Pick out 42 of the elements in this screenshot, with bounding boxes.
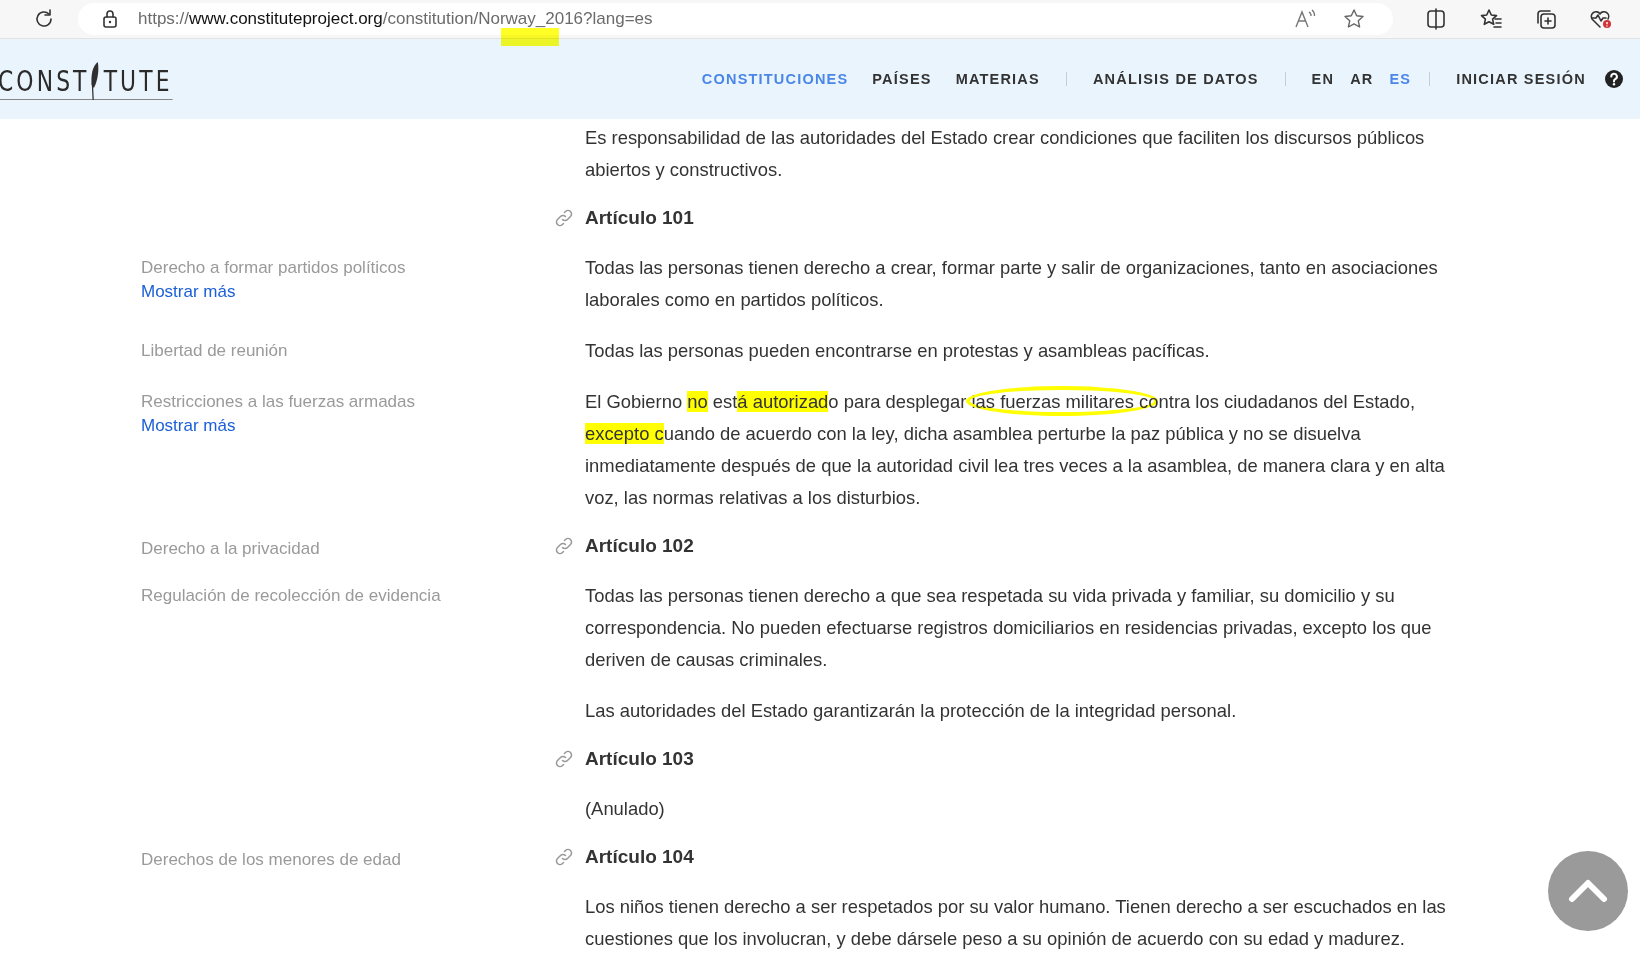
nav-link[interactable]: PAÍSES [872,71,932,87]
topic-label: Derecho a la privacidad [141,538,320,560]
topic-label: Restricciones a las fuerzas armadas [141,391,415,413]
read-aloud-icon[interactable] [1293,8,1317,30]
nav-link[interactable]: MATERIAS [955,71,1040,87]
nav-link[interactable]: INICIAR SESIÓN [1456,71,1586,87]
article-paragraph: Todas las personas pueden encontrarse en protestas y asambleas pacíficas. [585,339,1211,363]
article-paragraph: (Anulado) [585,797,666,821]
link-icon[interactable] [554,847,574,867]
article-heading: Artículo 104 [585,845,695,869]
reload-icon[interactable] [33,8,55,30]
article-paragraph: Es responsabilidad de las autoridades del Estado crear condiciones que faciliten los discursos públicos abiertos y constructivos. [585,126,1426,182]
article-paragraph: Todas las personas tienen derecho a que sea respetada su vida privada y familiar, su domicilio y su correspondencia. No pueden efectuarse registros domiciliarios en residencias privadas, excepto los que deriven de causas criminales. [585,584,1433,672]
star-icon[interactable] [1343,8,1365,30]
help-icon[interactable] [1603,69,1624,89]
collections-icon[interactable] [1535,8,1557,30]
topic-label: Regulación de recolección de evidencia [141,585,441,607]
language-link[interactable]: AR [1350,71,1374,87]
site-logo[interactable]: CONST TUTE [0,60,173,100]
favorites-icon[interactable] [1479,8,1503,30]
article-heading: Artículo 102 [585,534,695,558]
article-paragraph: Los niños tienen derecho a ser respetados por su valor humano. Tienen derecho a ser escuchados en las cuestiones que los involucran, y debe dársele peso a su opinión de acuerdo con su edad y madurez. [585,895,1447,951]
lock-icon [102,9,118,29]
show-more-link[interactable]: Mostrar más [141,280,236,304]
article-heading: Artículo 103 [585,747,695,771]
link-icon[interactable] [554,208,574,228]
health-icon[interactable] [1589,8,1613,30]
topic-label: Derecho a formar partidos políticos [141,257,406,279]
topic-label: Derechos de los menores de edad [141,849,401,871]
show-more-link[interactable]: Mostrar más [141,414,236,438]
link-icon[interactable] [554,536,574,556]
nav-link[interactable]: ANÁLISIS DE DATOS [1092,71,1259,87]
topic-label: Libertad de reunión [141,340,288,362]
highlighter-mark [501,28,559,46]
language-link[interactable]: EN [1311,71,1335,87]
article-paragraph: Todas las personas tienen derecho a crear, formar parte y salir de organizaciones, tanto en asociaciones laborales como en partidos políticos. [585,256,1439,312]
split-screen-icon[interactable] [1425,8,1447,30]
article-heading: Artículo 101 [585,206,695,230]
article-paragraph: Las autoridades del Estado garantizarán la protección de la integridad personal. [585,699,1238,723]
address-field[interactable]: https://www.constituteproject.org/constitution/Norway_2016?lang=es [78,3,1393,35]
scroll-top-button[interactable] [1548,851,1628,931]
link-icon[interactable] [554,749,574,769]
